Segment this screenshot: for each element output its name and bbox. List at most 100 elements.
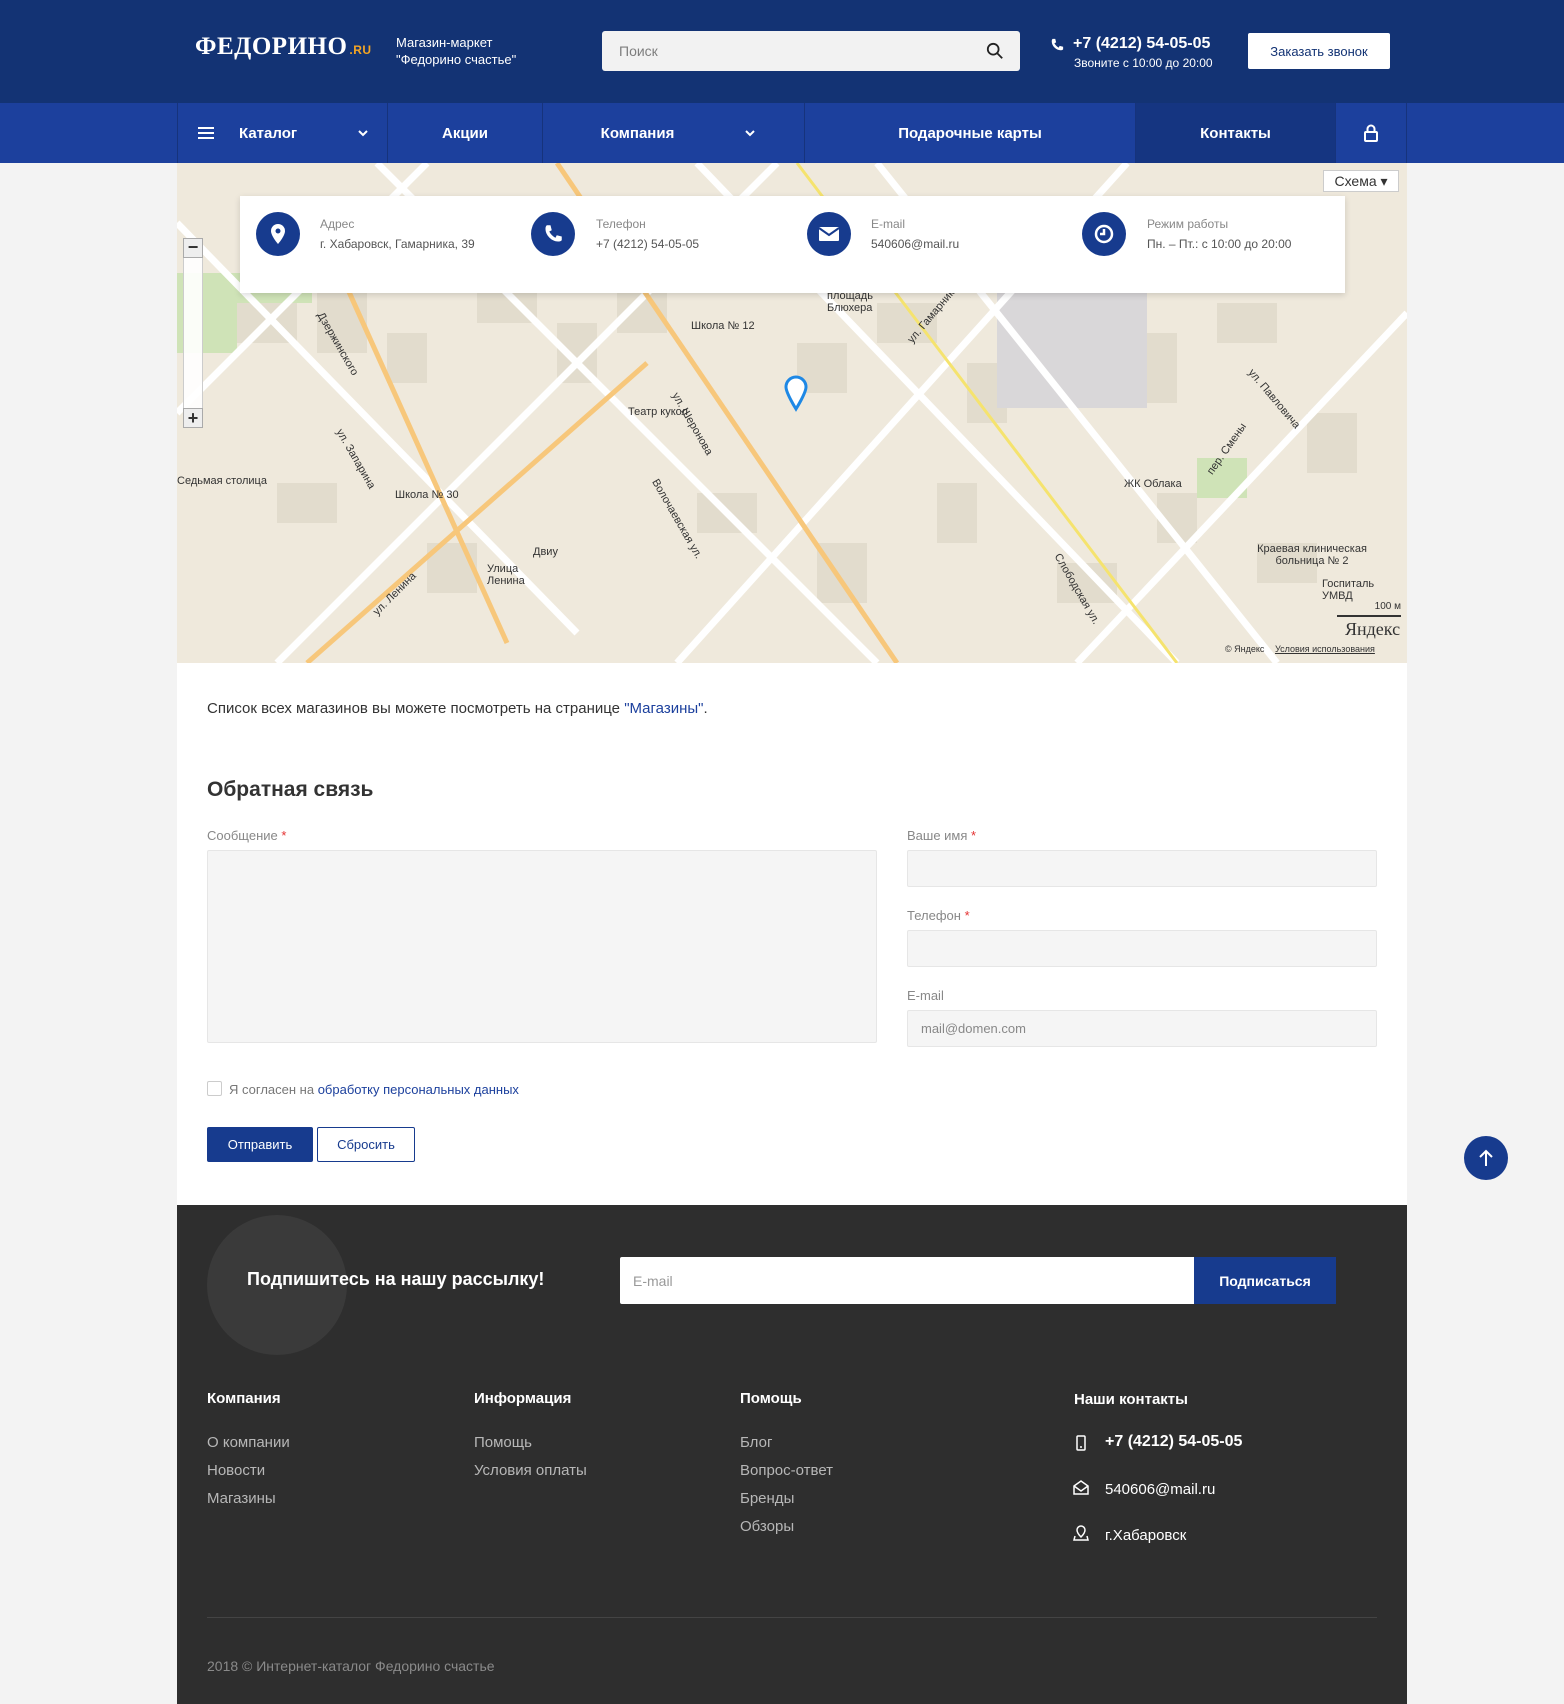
arrow-up-icon [1479,1149,1493,1166]
message-textarea[interactable] [208,851,876,1042]
phone-input[interactable] [908,931,1376,966]
nav-gift-cards[interactable]: Подарочные карты [804,103,1135,163]
send-button[interactable]: Отправить [207,1127,313,1162]
email-field-label: E-mail [907,988,944,1003]
nav-promotions[interactable]: Акции [387,103,542,163]
message-label: Сообщение * [207,828,287,843]
footer-phone[interactable]: +7 (4212) 54-05-05 [1105,1433,1242,1451]
email-field[interactable] [907,1010,1377,1047]
agree-checkbox[interactable] [207,1081,222,1096]
nav-contacts[interactable]: Контакты [1135,103,1335,163]
nav-catalog-label: Каталог [239,124,298,142]
email-input[interactable] [908,1011,1376,1046]
phone-field-label: Телефон * [907,908,970,923]
subscribe-button[interactable]: Подписаться [1194,1257,1336,1304]
footer-contacts-title: Наши контакты [1074,1391,1188,1408]
mail-open-icon [1073,1480,1089,1495]
stores-note: Список всех магазинов вы можете посмотре… [207,700,708,717]
phone-label: Телефон [596,217,646,231]
email-label: E-mail [871,217,906,231]
search-input[interactable] [602,31,962,71]
required-mark: * [971,828,977,843]
map-label-lenin-street: Улица Ленина [487,563,525,587]
footer-email[interactable]: 540606@mail.ru [1105,1481,1215,1498]
map-label-umvd: Госпиталь УМВД [1322,578,1375,602]
footer-link-stores[interactable]: Магазины [207,1490,276,1507]
search-box [602,31,1020,71]
stores-link[interactable]: "Магазины" [624,700,703,717]
nav-contacts-label: Контакты [1200,124,1271,142]
feedback-title: Обратная связь [207,778,374,801]
zoom-in-button[interactable]: + [183,408,203,428]
name-input[interactable] [908,851,1376,886]
footer-city: г.Хабаровск [1105,1527,1187,1544]
map-label-seventh-capital: Седьмая столица [177,475,267,487]
envelope-icon [818,227,840,241]
nav-company[interactable]: Компания [542,103,804,163]
footer-link-payment[interactable]: Условия оплаты [474,1462,587,1479]
location-icon [1073,1525,1089,1541]
contact-card: Адрес г. Хабаровск, Гамарника, 39 Телефо… [240,196,1345,293]
menu-icon [198,127,214,139]
search-icon[interactable] [986,42,1004,60]
map-pin-icon[interactable] [783,375,813,415]
subscribe-email-input[interactable] [620,1257,1194,1304]
lock-icon [1364,124,1378,142]
footer-link-faq[interactable]: Вопрос-ответ [740,1462,833,1479]
agree-text: Я согласен на обработку персональных дан… [229,1082,519,1097]
reset-button[interactable]: Сбросить [317,1127,415,1162]
subscribe-title: Подпишитесь на нашу рассылку! [247,1269,545,1289]
footer-info-title: Информация [474,1390,572,1407]
slogan-line-2: "Федорино счастье" [396,52,517,67]
message-field[interactable] [207,850,877,1043]
copyright: 2018 © Интернет-каталог Федорино счастье [207,1658,495,1674]
required-mark: * [964,908,970,923]
phone-hours: Звоните с 10:00 до 20:00 [1074,56,1213,70]
logo[interactable]: ФЕДОРИНО .RU [195,33,372,61]
footer-link-news[interactable]: Новости [207,1462,265,1479]
email-value[interactable]: 540606@mail.ru [871,237,959,251]
footer-link-help[interactable]: Помощь [474,1434,532,1451]
map-label-hospital: Краевая клиническая больница № 2 [1257,543,1367,567]
footer-divider [207,1617,1377,1618]
address-circle [256,212,300,256]
footer-link-blog[interactable]: Блог [740,1434,772,1451]
privacy-link[interactable]: обработку персональных данных [318,1082,519,1097]
chevron-down-icon [745,130,756,137]
zoom-out-button[interactable]: − [183,238,203,258]
footer-link-brands[interactable]: Бренды [740,1490,794,1507]
phone-icon [1051,38,1064,51]
map-mode-select[interactable]: Схема ▾ [1323,170,1399,192]
hours-circle [1082,212,1126,256]
location-icon [271,224,285,244]
nav-company-label: Компания [600,124,675,142]
nav-login[interactable] [1335,103,1407,163]
name-label: Ваше имя * [907,828,977,843]
name-field[interactable] [907,850,1377,887]
slogan-line-1: Магазин-маркет [396,35,493,50]
required-mark: * [281,828,287,843]
clock-icon [1094,224,1114,244]
stores-note-text: Список всех магазинов вы можете посмотре… [207,700,625,717]
footer-link-about[interactable]: О компании [207,1434,290,1451]
nav-gift-cards-label: Подарочные карты [898,124,1042,142]
scroll-top-button[interactable] [1464,1136,1508,1180]
header-phone[interactable]: +7 (4212) 54-05-05 [1073,35,1210,53]
phone-icon [545,225,562,242]
hours-value: Пн. – Пт.: с 10:00 до 20:00 [1147,237,1292,251]
nav-catalog[interactable]: Каталог [177,103,387,163]
footer-link-reviews[interactable]: Обзоры [740,1518,794,1535]
map-copyright: © Яндекс [1225,644,1265,654]
phone-circle [531,212,575,256]
chevron-down-icon [358,130,368,137]
map-terms-link[interactable]: Условия использования [1275,644,1375,654]
zoom-slider[interactable] [183,238,203,428]
yandex-logo[interactable]: Яндекс [1345,619,1400,640]
subscribe-email-field[interactable] [620,1257,1194,1304]
map-label-school12: Школа № 12 [691,320,755,332]
address-value: г. Хабаровск, Гамарника, 39 [320,237,475,251]
phone-field[interactable] [907,930,1377,967]
map-label-school30: Школа № 30 [395,489,459,501]
callback-button[interactable]: Заказать звонок [1248,33,1390,69]
stores-note-end: . [703,700,708,717]
